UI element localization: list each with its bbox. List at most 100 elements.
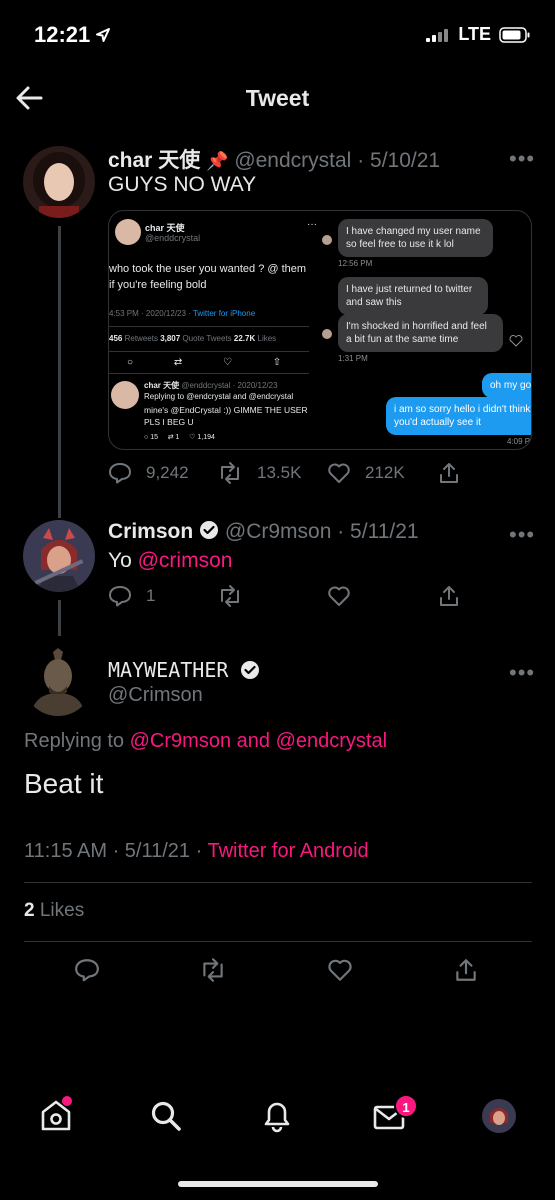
search-icon — [151, 1101, 181, 1131]
home-notification-dot — [62, 1096, 72, 1106]
signal-icon — [426, 28, 450, 42]
share-button[interactable] — [453, 957, 479, 983]
main-author-name-row[interactable]: MAYWEATHER — [108, 658, 260, 682]
author-name[interactable]: char 天使 — [108, 149, 200, 172]
embed-reply-replying: Replying to @endcrystal and @endcrystal — [144, 392, 294, 401]
reply-button[interactable] — [74, 957, 100, 983]
heart-icon — [328, 463, 350, 483]
author-handle[interactable]: @Crimson — [108, 684, 203, 707]
nav-search[interactable] — [150, 1100, 182, 1132]
embed-reply-meta: @enddcrystal · 2020/12/23 — [181, 381, 278, 390]
share-icon — [440, 586, 458, 606]
messages-badge: 1 — [394, 1094, 418, 1118]
likes-count: 2 — [24, 900, 35, 921]
retweet-button[interactable] — [199, 957, 227, 983]
share-button[interactable] — [437, 461, 461, 485]
thread-line — [58, 600, 61, 636]
tweet1-header: char 天使 📌 @endcrystal · 5/10/21 — [108, 144, 440, 174]
divider — [109, 351, 309, 352]
more-options-icon[interactable]: ••• — [509, 146, 535, 172]
likes-label: Likes — [39, 900, 85, 921]
dm-avatar — [322, 235, 332, 245]
verified-badge-icon — [199, 520, 219, 540]
avatar-mayweather[interactable] — [23, 646, 93, 716]
reply-icon — [109, 586, 131, 607]
bell-icon — [264, 1102, 290, 1133]
avatar-crimson[interactable] — [23, 520, 95, 592]
embed-reply-avatar — [111, 381, 139, 409]
tweet-source-link[interactable]: Twitter for Android — [207, 840, 368, 862]
tweet-date: · 5/10/21 — [357, 149, 441, 172]
main-tweet-text: Beat it — [24, 768, 104, 799]
embed-reply-counts: ○ 15 ⇄ 1 ♡ 1,194 — [144, 434, 215, 441]
dm-message-sent: oh my go — [482, 373, 531, 398]
embed-action-icons: ○ ⇄ ♡ ⇧ — [127, 357, 282, 368]
author-name[interactable]: Crimson — [108, 520, 193, 543]
mention-link[interactable]: @endcrystal — [276, 730, 387, 752]
dm-avatar — [322, 329, 332, 339]
tweet-image[interactable]: char 天使 @enddcrystal ··· who took the us… — [108, 210, 532, 450]
author-name: MAYWEATHER — [108, 658, 229, 682]
dm-message: I have just returned to twitter and saw … — [338, 277, 488, 315]
mention-link[interactable]: @Cr9mson — [130, 730, 231, 752]
retweet-icon — [221, 585, 239, 607]
heart-icon — [328, 586, 350, 606]
reply-button[interactable]: 9,242 — [108, 461, 189, 485]
retweet-icon — [203, 958, 223, 982]
thread-line — [58, 226, 61, 518]
reply-count: 9,242 — [146, 463, 189, 482]
divider — [109, 373, 309, 374]
tweet-text: Yo @crimson — [108, 549, 233, 572]
embed-text: who took the user you wanted ? @ them if… — [109, 263, 307, 291]
tweet-metadata: 11:15 AM · 5/11/21 · Twitter for Android — [24, 840, 369, 863]
dm-message: I'm shocked in horrified and feel a bit … — [338, 314, 503, 352]
page-title: Tweet — [245, 85, 310, 111]
status-indicators: LTE — [426, 24, 531, 45]
dm-timestamp: 4:09 P — [507, 437, 531, 446]
embed-reply-text: mine's @EndCrystal :)) GIMME THE USER PL… — [144, 405, 308, 427]
embed-stats: 456 Retweets 3,807 Quote Tweets 22.7K Li… — [109, 334, 277, 343]
verified-badge-icon — [240, 660, 260, 680]
dm-timestamp: 1:31 PM — [338, 354, 368, 363]
divider — [24, 941, 532, 942]
tweet2-header: Crimson @Cr9mson · 5/11/21 — [108, 520, 419, 544]
reply-icon — [109, 463, 131, 484]
replying-to: Replying to @Cr9mson and @endcrystal — [24, 730, 388, 752]
like-button[interactable] — [327, 584, 351, 608]
likes-summary[interactable]: 2 Likes — [24, 900, 84, 922]
embed-reply-name: char 天使 — [144, 381, 180, 390]
mention-link[interactable]: @crimson — [138, 549, 233, 572]
like-count: 212K — [365, 463, 405, 482]
author-handle[interactable]: @endcrystal — [234, 149, 351, 172]
embed-avatar — [115, 219, 141, 245]
nav-notifications[interactable] — [262, 1099, 292, 1133]
embed-more-icon: ··· — [307, 219, 317, 230]
embed-time: 4:53 PM · 2020/12/23 · — [109, 309, 191, 318]
location-arrow-icon — [95, 27, 111, 43]
tweet-text: GUYS NO WAY — [108, 173, 257, 196]
author-handle[interactable]: @Cr9mson — [225, 520, 332, 543]
nav-home[interactable] — [40, 1096, 72, 1132]
more-options-icon[interactable]: ••• — [509, 660, 535, 686]
reply-button[interactable]: 1 — [108, 584, 155, 608]
like-button[interactable] — [327, 957, 353, 983]
dm-timestamp: 12:56 PM — [338, 259, 373, 268]
tweet-date: · 5/11/21 — [337, 520, 419, 543]
retweet-count: 13.5K — [257, 463, 302, 482]
share-icon — [456, 959, 476, 981]
tweet-timestamp: 11:15 AM · 5/11/21 · — [24, 840, 203, 862]
reply-count: 1 — [146, 586, 156, 605]
retweet-button[interactable]: 13.5K — [217, 461, 301, 485]
share-icon — [440, 463, 458, 483]
dm-message-sent: i am so sorry hello i didn't think you'd… — [386, 397, 531, 435]
retweet-icon — [221, 462, 239, 484]
share-button[interactable] — [437, 584, 461, 608]
heart-icon — [328, 959, 352, 981]
nav-profile-avatar[interactable] — [482, 1099, 516, 1133]
avatar-char[interactable] — [23, 146, 95, 218]
heart-add-icon — [509, 335, 523, 347]
like-button[interactable]: 212K — [327, 461, 405, 485]
home-indicator — [178, 1181, 378, 1187]
more-options-icon[interactable]: ••• — [509, 522, 535, 548]
retweet-button[interactable] — [217, 584, 243, 608]
